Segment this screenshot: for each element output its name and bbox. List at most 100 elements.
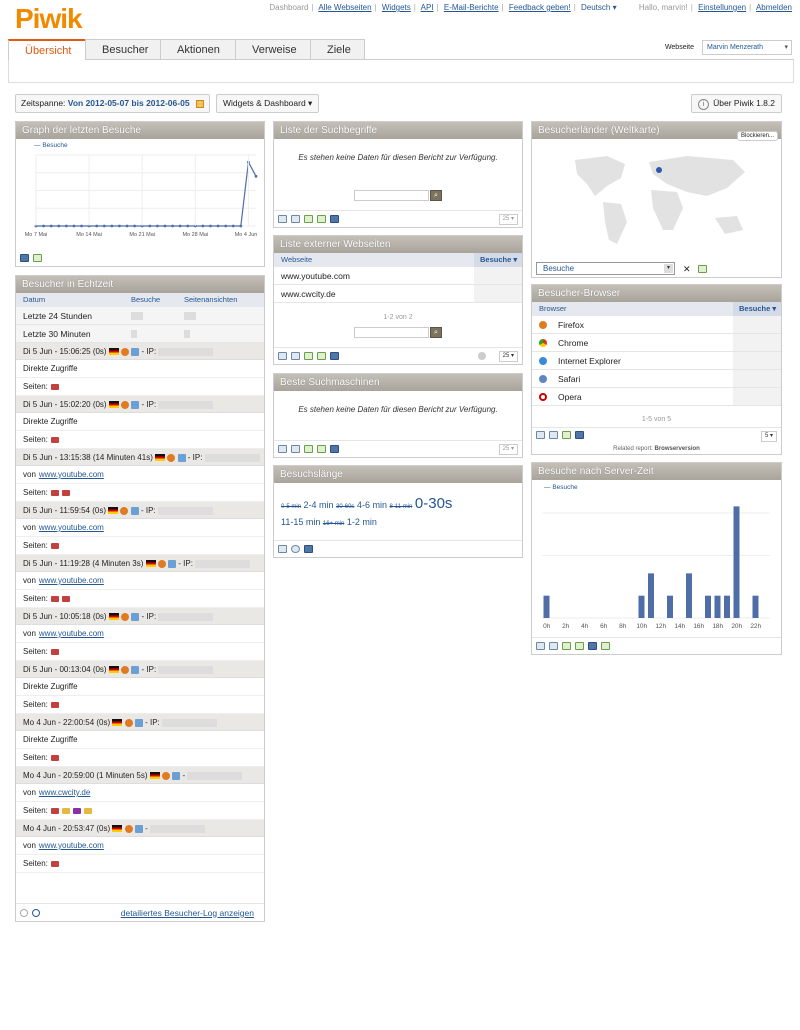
piwik-logo[interactable]: Piwik bbox=[15, 3, 83, 35]
visitor-log-link[interactable]: detailiertes Besucher-Log anzeigen bbox=[121, 908, 254, 918]
visit-entry[interactable]: Di 5 Jun - 15:06:25 (0s) - IP: Direkte Z… bbox=[16, 343, 264, 396]
tag[interactable]: 16+ min bbox=[323, 521, 345, 527]
bar-chart-icon[interactable] bbox=[317, 445, 326, 453]
bar-chart-icon[interactable] bbox=[317, 352, 326, 360]
data-point[interactable] bbox=[171, 224, 174, 228]
logout-link[interactable]: Abmelden bbox=[756, 3, 792, 12]
nav-feedback[interactable]: Feedback geben! bbox=[509, 3, 571, 12]
data-point[interactable] bbox=[224, 224, 228, 228]
table-icon[interactable] bbox=[278, 352, 287, 360]
nav-api[interactable]: API bbox=[421, 3, 434, 12]
table-icon[interactable] bbox=[536, 642, 545, 650]
page-icon[interactable] bbox=[50, 542, 59, 549]
tag[interactable]: 0-5 min bbox=[281, 504, 301, 510]
play-icon[interactable] bbox=[32, 908, 40, 917]
nav-widgets[interactable]: Widgets bbox=[382, 3, 411, 12]
table-icon[interactable] bbox=[278, 215, 287, 223]
limit-select[interactable]: 5 ▾ bbox=[760, 431, 777, 442]
data-point[interactable] bbox=[209, 224, 212, 228]
page-icon[interactable] bbox=[50, 383, 59, 390]
tag[interactable]: 30-60s bbox=[336, 504, 354, 510]
referrer-link[interactable]: www.youtube.com bbox=[39, 841, 104, 850]
table-row[interactable]: Chrome bbox=[532, 334, 781, 352]
tag[interactable]: 4-6 min bbox=[357, 500, 387, 510]
referrer-link[interactable]: www.youtube.com bbox=[39, 576, 104, 585]
tag[interactable]: 8-11 min bbox=[389, 504, 412, 510]
tab-overview[interactable]: Übersicht bbox=[8, 39, 86, 60]
table-more-icon[interactable] bbox=[549, 642, 558, 650]
table-row[interactable]: Firefox bbox=[532, 316, 781, 334]
tab-referrers[interactable]: Verweise bbox=[235, 39, 311, 59]
export-icon[interactable] bbox=[304, 545, 313, 553]
bar-17h[interactable] bbox=[705, 595, 711, 618]
visit-entry[interactable]: Di 5 Jun - 11:59:54 (0s) - IP: von www.yo… bbox=[16, 502, 264, 555]
data-point[interactable] bbox=[72, 224, 76, 228]
search-input[interactable] bbox=[354, 190, 429, 201]
bar-18h[interactable] bbox=[714, 595, 721, 618]
page-icon[interactable] bbox=[83, 807, 92, 814]
page-icon[interactable] bbox=[50, 436, 59, 443]
search-button[interactable]: ⌕ bbox=[430, 327, 442, 338]
referrer-link[interactable]: www.youtube.com bbox=[39, 629, 104, 638]
page-icon[interactable] bbox=[50, 648, 59, 655]
table-row[interactable]: www.cwcity.de bbox=[274, 285, 522, 303]
page-icon[interactable] bbox=[50, 489, 59, 496]
page-icon[interactable] bbox=[61, 489, 70, 496]
data-point[interactable] bbox=[49, 224, 53, 228]
data-point[interactable] bbox=[118, 224, 121, 228]
data-point[interactable] bbox=[64, 224, 68, 228]
table-row[interactable]: Internet Explorer bbox=[532, 352, 781, 370]
data-point[interactable] bbox=[216, 224, 220, 228]
tag[interactable]: 11-15 min bbox=[281, 517, 320, 527]
visit-entry[interactable]: Di 5 Jun - 13:15:38 (14 Minuten 41s) - I… bbox=[16, 449, 264, 502]
page-icon[interactable] bbox=[61, 595, 70, 602]
visit-entry[interactable]: Di 5 Jun - 10:05:18 (0s) - IP: von www.yo… bbox=[16, 608, 264, 661]
referrer-link[interactable]: www.youtube.com bbox=[39, 523, 104, 532]
settings-link[interactable]: Einstellungen bbox=[698, 3, 746, 12]
table-row[interactable]: www.youtube.com bbox=[274, 267, 522, 285]
metric-select[interactable]: Besuche ▾ bbox=[536, 262, 675, 275]
close-icon[interactable]: ✕ bbox=[683, 264, 691, 275]
nav-dashboard[interactable]: Dashboard bbox=[269, 3, 308, 12]
limit-select[interactable]: 25 ▾ bbox=[498, 443, 518, 455]
block-button[interactable]: Blockieren... bbox=[736, 131, 778, 141]
tag[interactable]: 1-2 min bbox=[347, 517, 377, 527]
bar-0h[interactable] bbox=[543, 595, 550, 618]
data-point[interactable] bbox=[57, 224, 61, 228]
map-marker[interactable] bbox=[656, 167, 662, 173]
col-visits[interactable]: Besuche ▾ bbox=[733, 302, 781, 316]
about-piwik-button[interactable]: i Über Piwik 1.8.2 bbox=[691, 94, 782, 113]
search-input[interactable] bbox=[354, 327, 429, 338]
widgets-dashboard-button[interactable]: Widgets & Dashboard ▾ bbox=[216, 94, 320, 113]
limit-select[interactable]: 25 ▾ bbox=[498, 350, 518, 362]
data-point[interactable] bbox=[186, 224, 190, 228]
export-icon[interactable] bbox=[330, 445, 339, 453]
col-visits[interactable]: Besuche ▾ bbox=[474, 253, 522, 267]
visit-entry[interactable]: Mo 4 Jun - 20:53:47 (0s) - von www.youtub… bbox=[16, 820, 264, 873]
page-icon[interactable] bbox=[50, 860, 59, 867]
table-more-icon[interactable] bbox=[549, 431, 558, 439]
referrer-link[interactable]: www.youtube.com bbox=[39, 470, 104, 479]
col-browser[interactable]: Browser bbox=[539, 302, 567, 316]
referrer-link[interactable]: www.cwcity.de bbox=[39, 788, 90, 797]
period-selector[interactable]: Zeitspanne: Von 2012-05-07 bis 2012-06-0… bbox=[15, 94, 210, 113]
bar-19h[interactable] bbox=[724, 595, 730, 618]
table-more-icon[interactable] bbox=[291, 215, 300, 223]
export-icon[interactable] bbox=[575, 431, 584, 439]
bar-20h[interactable] bbox=[733, 506, 740, 618]
table-more-icon[interactable] bbox=[291, 445, 300, 453]
nav-email-reports[interactable]: E-Mail-Berichte bbox=[444, 3, 499, 12]
tab-visitors[interactable]: Besucher bbox=[85, 39, 161, 59]
page-icon[interactable] bbox=[61, 807, 70, 814]
bar-13h[interactable] bbox=[667, 595, 673, 618]
tag-cloud-icon[interactable] bbox=[291, 545, 300, 553]
data-point[interactable] bbox=[125, 224, 129, 228]
search-button[interactable]: ⌕ bbox=[430, 190, 442, 201]
bar-chart-icon[interactable] bbox=[575, 642, 584, 650]
goals-icon[interactable] bbox=[304, 445, 313, 453]
tag[interactable]: 0-30s bbox=[415, 495, 453, 512]
data-point[interactable] bbox=[231, 224, 235, 228]
bar-15h[interactable] bbox=[686, 573, 692, 618]
page-icon[interactable] bbox=[72, 807, 81, 814]
language-select[interactable]: Deutsch ▾ bbox=[581, 3, 617, 12]
